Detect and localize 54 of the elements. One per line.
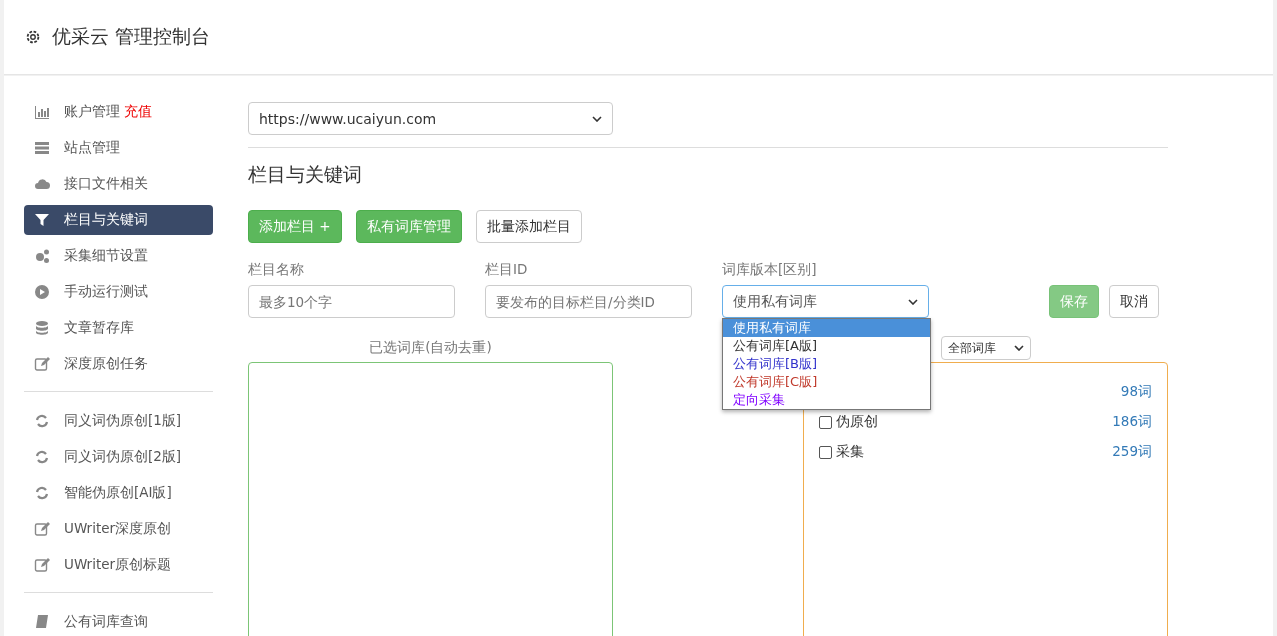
sidebar-item[interactable]: 站点管理 bbox=[24, 133, 213, 163]
sidebar-item[interactable]: 文章暂存库 bbox=[24, 313, 213, 343]
library-checkbox[interactable]: 采集 bbox=[819, 443, 864, 461]
cloud-icon bbox=[34, 176, 50, 192]
caret-icon bbox=[592, 115, 602, 122]
server-icon bbox=[34, 140, 50, 156]
refresh-icon bbox=[34, 485, 50, 501]
word-count: 98词 bbox=[1120, 383, 1152, 401]
edit-icon bbox=[34, 521, 50, 537]
field-label: 词库版本[区别] bbox=[722, 261, 818, 279]
action-button[interactable]: 批量添加栏目 bbox=[475, 210, 582, 243]
sidebar-item[interactable]: 同义词伪原创[2版] bbox=[24, 442, 213, 472]
sidebar-item[interactable]: 账户管理 充值 bbox=[24, 97, 213, 127]
site-select[interactable]: https://www.ucaiyun.com bbox=[248, 102, 613, 135]
console-title: 优采云 管理控制台 bbox=[52, 24, 211, 49]
sidebar-item[interactable]: UWriter原创标题 bbox=[24, 550, 213, 580]
library-filter-select[interactable]: 全部词库 bbox=[940, 336, 1031, 360]
sidebar-item[interactable]: 栏目与关键词 bbox=[24, 205, 213, 235]
filter-icon bbox=[34, 212, 50, 228]
input-field[interactable]: 最多10个字 bbox=[248, 285, 455, 318]
edit-icon bbox=[34, 557, 50, 573]
caret-icon bbox=[908, 298, 918, 305]
field-label: 栏目ID bbox=[485, 261, 529, 279]
chart-icon bbox=[34, 104, 50, 120]
sidebar-item[interactable]: 深度原创任务 bbox=[24, 349, 213, 379]
play-icon bbox=[34, 284, 50, 300]
library-checkbox[interactable]: 伪原创 bbox=[819, 413, 878, 431]
refresh-icon bbox=[34, 413, 50, 429]
panel-label: 已选词库(自动去重) bbox=[369, 339, 492, 357]
sidebar-item[interactable]: 公有词库查询 bbox=[24, 607, 213, 636]
input-field[interactable]: 要发布的目标栏目/分类ID bbox=[485, 285, 692, 318]
sidebar-item[interactable]: 手动运行测试 bbox=[24, 277, 213, 307]
edit-icon bbox=[34, 356, 50, 372]
sidebar-item[interactable]: 采集细节设置 bbox=[24, 241, 213, 271]
dropdown-option[interactable]: 公有词库[A版] bbox=[723, 337, 930, 355]
word-count: 259词 bbox=[1112, 443, 1152, 461]
dropdown-option[interactable]: 公有词库[C版] bbox=[723, 373, 930, 391]
version-select[interactable]: 使用私有词库 bbox=[722, 285, 929, 318]
gears-icon bbox=[34, 248, 50, 264]
dropdown-option[interactable]: 定向采集 bbox=[723, 391, 930, 409]
field-label: 栏目名称 bbox=[248, 261, 305, 279]
sidebar-item[interactable]: 同义词伪原创[1版] bbox=[24, 406, 213, 436]
refresh-icon bbox=[34, 449, 50, 465]
gear-icon bbox=[24, 28, 42, 46]
database-icon bbox=[34, 320, 50, 336]
word-count: 186词 bbox=[1112, 413, 1152, 431]
sidebar-item[interactable]: UWriter深度原创 bbox=[24, 514, 213, 544]
book-icon bbox=[34, 614, 50, 630]
sidebar-item[interactable]: 接口文件相关 bbox=[24, 169, 213, 199]
section-title: 栏目与关键词 bbox=[248, 162, 363, 187]
cancel-button[interactable]: 取消 bbox=[1109, 285, 1159, 318]
caret-icon bbox=[1013, 345, 1024, 351]
sidebar-item[interactable]: 智能伪原创[AI版] bbox=[24, 478, 213, 508]
dropdown-option[interactable]: 公有词库[B版] bbox=[723, 355, 930, 373]
